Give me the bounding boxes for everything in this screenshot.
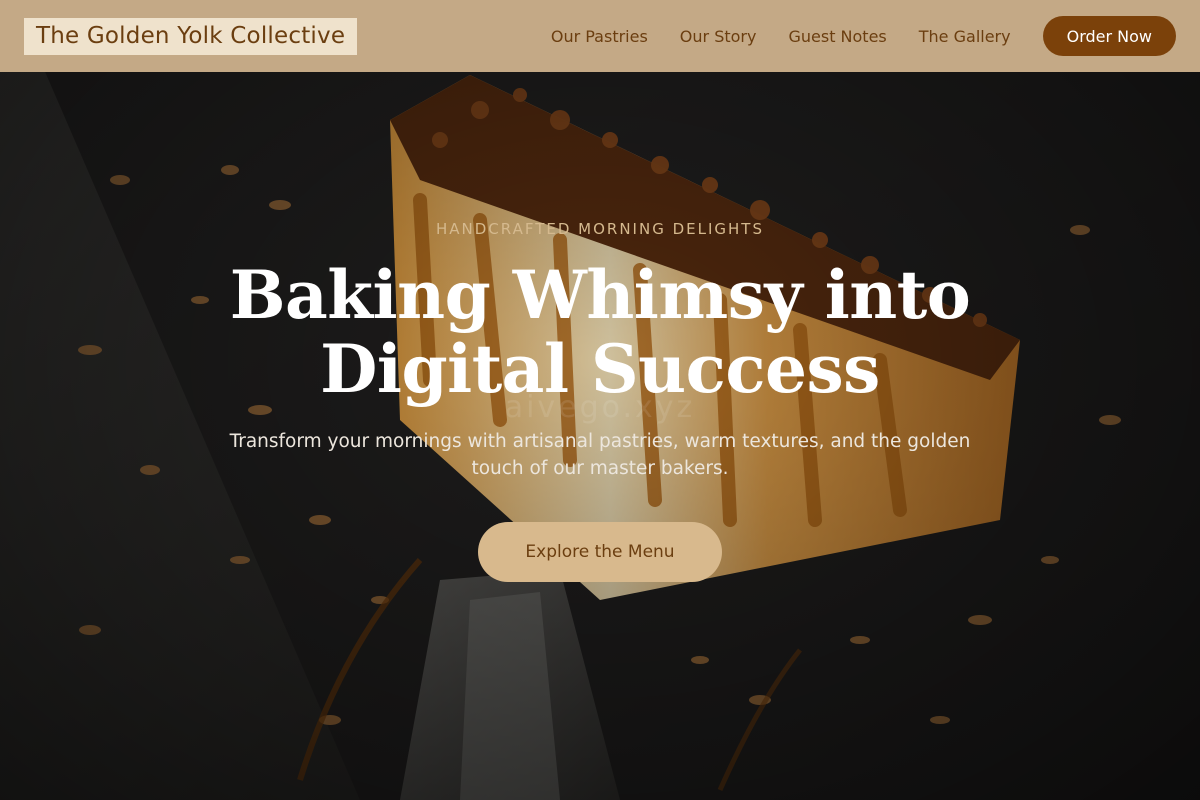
- hero-headline: Baking Whimsy into Digital Success: [0, 258, 1200, 406]
- hero-subheading-line-2: touch of our master bakers.: [471, 458, 729, 479]
- hero-subheading: Transform your mornings with artisanal p…: [190, 428, 1010, 482]
- brand-logo[interactable]: The Golden Yolk Collective: [24, 17, 358, 55]
- nav-link-our-story[interactable]: Our Story: [680, 27, 757, 46]
- hero-subheading-line-1: Transform your mornings with artisanal p…: [229, 431, 971, 452]
- order-now-button[interactable]: Order Now: [1042, 16, 1176, 56]
- top-navigation-bar: The Golden Yolk Collective Our Pastries …: [0, 0, 1200, 72]
- nav-link-guest-notes[interactable]: Guest Notes: [788, 27, 886, 46]
- nav-link-our-pastries[interactable]: Our Pastries: [551, 27, 648, 46]
- hero-eyebrow: HANDCRAFTED MORNING DELIGHTS: [435, 220, 764, 238]
- watermark-text: aivego.xyz: [504, 390, 696, 425]
- hero-section: HANDCRAFTED MORNING DELIGHTS Baking Whim…: [0, 72, 1200, 800]
- nav-link-the-gallery[interactable]: The Gallery: [919, 27, 1011, 46]
- nav-links: Our Pastries Our Story Guest Notes The G…: [551, 16, 1176, 56]
- explore-menu-button[interactable]: Explore the Menu: [478, 522, 722, 582]
- hero-headline-line-1: Baking Whimsy into: [229, 256, 971, 334]
